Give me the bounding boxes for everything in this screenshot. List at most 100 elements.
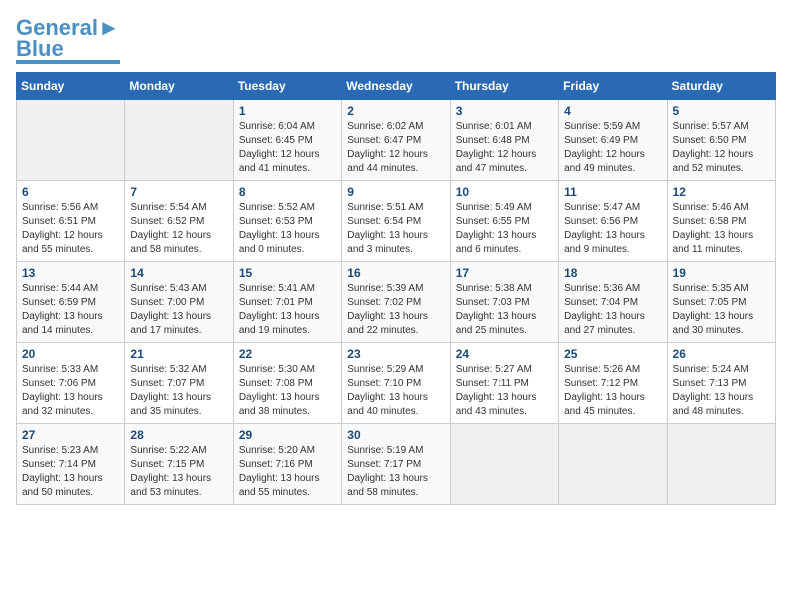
day-number: 27 [22, 428, 119, 442]
day-number: 5 [673, 104, 770, 118]
day-number: 19 [673, 266, 770, 280]
calendar-cell: 6 Sunrise: 5:56 AM Sunset: 6:51 PM Daylig… [17, 180, 125, 261]
day-info: Sunrise: 5:54 AM Sunset: 6:52 PM Dayligh… [130, 201, 227, 257]
calendar-cell: 17 Sunrise: 5:38 AM Sunset: 7:03 PM Dayli… [450, 261, 558, 342]
day-number: 11 [564, 185, 661, 199]
calendar-cell: 26 Sunrise: 5:24 AM Sunset: 7:13 PM Dayli… [667, 342, 775, 423]
calendar-cell: 18 Sunrise: 5:36 AM Sunset: 7:04 PM Dayli… [559, 261, 667, 342]
day-info: Sunrise: 5:32 AM Sunset: 7:07 PM Dayligh… [130, 363, 227, 419]
calendar-cell [450, 423, 558, 504]
day-info: Sunrise: 5:41 AM Sunset: 7:01 PM Dayligh… [239, 282, 336, 338]
calendar-cell: 23Sunrise: 5:29 AM Sunset: 7:10 PM Dayli… [342, 342, 450, 423]
day-info: Sunrise: 5:29 AM Sunset: 7:10 PM Dayligh… [347, 363, 444, 419]
day-info: Sunrise: 5:23 AM Sunset: 7:14 PM Dayligh… [22, 444, 119, 500]
day-info: Sunrise: 5:52 AM Sunset: 6:53 PM Dayligh… [239, 201, 336, 257]
day-info: Sunrise: 5:39 AM Sunset: 7:02 PM Dayligh… [347, 282, 444, 338]
day-number: 8 [239, 185, 336, 199]
calendar-cell [559, 423, 667, 504]
day-number: 15 [239, 266, 336, 280]
day-number: 25 [564, 347, 661, 361]
week-row-3: 13 Sunrise: 5:44 AM Sunset: 6:59 PM Dayli… [17, 261, 776, 342]
day-number: 12 [673, 185, 770, 199]
day-info: Sunrise: 5:44 AM Sunset: 6:59 PM Dayligh… [22, 282, 119, 338]
calendar-cell: 7 Sunrise: 5:54 AM Sunset: 6:52 PM Daylig… [125, 180, 233, 261]
day-info: Sunrise: 6:01 AM Sunset: 6:48 PM Dayligh… [456, 120, 553, 176]
calendar-cell: 30 Sunrise: 5:19 AM Sunset: 7:17 PM Dayli… [342, 423, 450, 504]
calendar-cell: 8 Sunrise: 5:52 AM Sunset: 6:53 PM Daylig… [233, 180, 341, 261]
day-number: 13 [22, 266, 119, 280]
day-number: 9 [347, 185, 444, 199]
logo: General► Blue [16, 16, 120, 64]
header-day-saturday: Saturday [667, 72, 775, 99]
day-info: Sunrise: 5:30 AM Sunset: 7:08 PM Dayligh… [239, 363, 336, 419]
day-info: Sunrise: 5:56 AM Sunset: 6:51 PM Dayligh… [22, 201, 119, 257]
calendar-cell: 28Sunrise: 5:22 AM Sunset: 7:15 PM Dayli… [125, 423, 233, 504]
day-info: Sunrise: 5:35 AM Sunset: 7:05 PM Dayligh… [673, 282, 770, 338]
logo-blue-text: Blue [16, 40, 64, 58]
day-number: 22 [239, 347, 336, 361]
day-number: 20 [22, 347, 119, 361]
logo-bar [16, 60, 120, 64]
header-day-sunday: Sunday [17, 72, 125, 99]
day-info: Sunrise: 5:51 AM Sunset: 6:54 PM Dayligh… [347, 201, 444, 257]
day-number: 14 [130, 266, 227, 280]
calendar-cell: 13 Sunrise: 5:44 AM Sunset: 6:59 PM Dayli… [17, 261, 125, 342]
day-number: 29 [239, 428, 336, 442]
day-number: 6 [22, 185, 119, 199]
day-info: Sunrise: 5:46 AM Sunset: 6:58 PM Dayligh… [673, 201, 770, 257]
day-info: Sunrise: 5:49 AM Sunset: 6:55 PM Dayligh… [456, 201, 553, 257]
logo-blue: ► [98, 15, 120, 40]
calendar-cell: 10 Sunrise: 5:49 AM Sunset: 6:55 PM Dayli… [450, 180, 558, 261]
day-number: 21 [130, 347, 227, 361]
calendar-cell: 3 Sunrise: 6:01 AM Sunset: 6:48 PM Daylig… [450, 99, 558, 180]
calendar-cell: 15 Sunrise: 5:41 AM Sunset: 7:01 PM Dayli… [233, 261, 341, 342]
header-day-tuesday: Tuesday [233, 72, 341, 99]
calendar-cell [667, 423, 775, 504]
calendar-cell: 4 Sunrise: 5:59 AM Sunset: 6:49 PM Daylig… [559, 99, 667, 180]
week-row-1: 1 Sunrise: 6:04 AM Sunset: 6:45 PM Daylig… [17, 99, 776, 180]
calendar-cell: 22 Sunrise: 5:30 AM Sunset: 7:08 PM Dayli… [233, 342, 341, 423]
day-number: 24 [456, 347, 553, 361]
calendar-cell: 24Sunrise: 5:27 AM Sunset: 7:11 PM Dayli… [450, 342, 558, 423]
calendar-cell: 19 Sunrise: 5:35 AM Sunset: 7:05 PM Dayli… [667, 261, 775, 342]
day-info: Sunrise: 5:36 AM Sunset: 7:04 PM Dayligh… [564, 282, 661, 338]
week-row-4: 20Sunrise: 5:33 AM Sunset: 7:06 PM Dayli… [17, 342, 776, 423]
calendar-cell: 14 Sunrise: 5:43 AM Sunset: 7:00 PM Dayli… [125, 261, 233, 342]
day-number: 18 [564, 266, 661, 280]
day-info: Sunrise: 5:59 AM Sunset: 6:49 PM Dayligh… [564, 120, 661, 176]
calendar-cell: 21 Sunrise: 5:32 AM Sunset: 7:07 PM Dayli… [125, 342, 233, 423]
day-info: Sunrise: 5:47 AM Sunset: 6:56 PM Dayligh… [564, 201, 661, 257]
calendar-cell: 1 Sunrise: 6:04 AM Sunset: 6:45 PM Daylig… [233, 99, 341, 180]
day-number: 7 [130, 185, 227, 199]
day-number: 16 [347, 266, 444, 280]
calendar-table: SundayMondayTuesdayWednesdayThursdayFrid… [16, 72, 776, 505]
calendar-cell: 11 Sunrise: 5:47 AM Sunset: 6:56 PM Dayli… [559, 180, 667, 261]
header-day-thursday: Thursday [450, 72, 558, 99]
page-header: General► Blue [16, 16, 776, 64]
day-number: 30 [347, 428, 444, 442]
calendar-cell [125, 99, 233, 180]
calendar-cell: 12 Sunrise: 5:46 AM Sunset: 6:58 PM Dayli… [667, 180, 775, 261]
calendar-cell: 29 Sunrise: 5:20 AM Sunset: 7:16 PM Dayli… [233, 423, 341, 504]
day-number: 10 [456, 185, 553, 199]
day-number: 3 [456, 104, 553, 118]
header-day-monday: Monday [125, 72, 233, 99]
day-info: Sunrise: 5:43 AM Sunset: 7:00 PM Dayligh… [130, 282, 227, 338]
day-info: Sunrise: 5:38 AM Sunset: 7:03 PM Dayligh… [456, 282, 553, 338]
week-row-5: 27 Sunrise: 5:23 AM Sunset: 7:14 PM Dayli… [17, 423, 776, 504]
header-day-friday: Friday [559, 72, 667, 99]
day-info: Sunrise: 5:19 AM Sunset: 7:17 PM Dayligh… [347, 444, 444, 500]
day-number: 26 [673, 347, 770, 361]
calendar-cell: 20Sunrise: 5:33 AM Sunset: 7:06 PM Dayli… [17, 342, 125, 423]
day-number: 1 [239, 104, 336, 118]
header-day-wednesday: Wednesday [342, 72, 450, 99]
day-info: Sunrise: 6:02 AM Sunset: 6:47 PM Dayligh… [347, 120, 444, 176]
day-info: Sunrise: 6:04 AM Sunset: 6:45 PM Dayligh… [239, 120, 336, 176]
day-info: Sunrise: 5:22 AM Sunset: 7:15 PM Dayligh… [130, 444, 227, 500]
day-number: 17 [456, 266, 553, 280]
day-number: 2 [347, 104, 444, 118]
day-info: Sunrise: 5:24 AM Sunset: 7:13 PM Dayligh… [673, 363, 770, 419]
day-info: Sunrise: 5:20 AM Sunset: 7:16 PM Dayligh… [239, 444, 336, 500]
day-number: 4 [564, 104, 661, 118]
calendar-cell: 5Sunrise: 5:57 AM Sunset: 6:50 PM Daylig… [667, 99, 775, 180]
